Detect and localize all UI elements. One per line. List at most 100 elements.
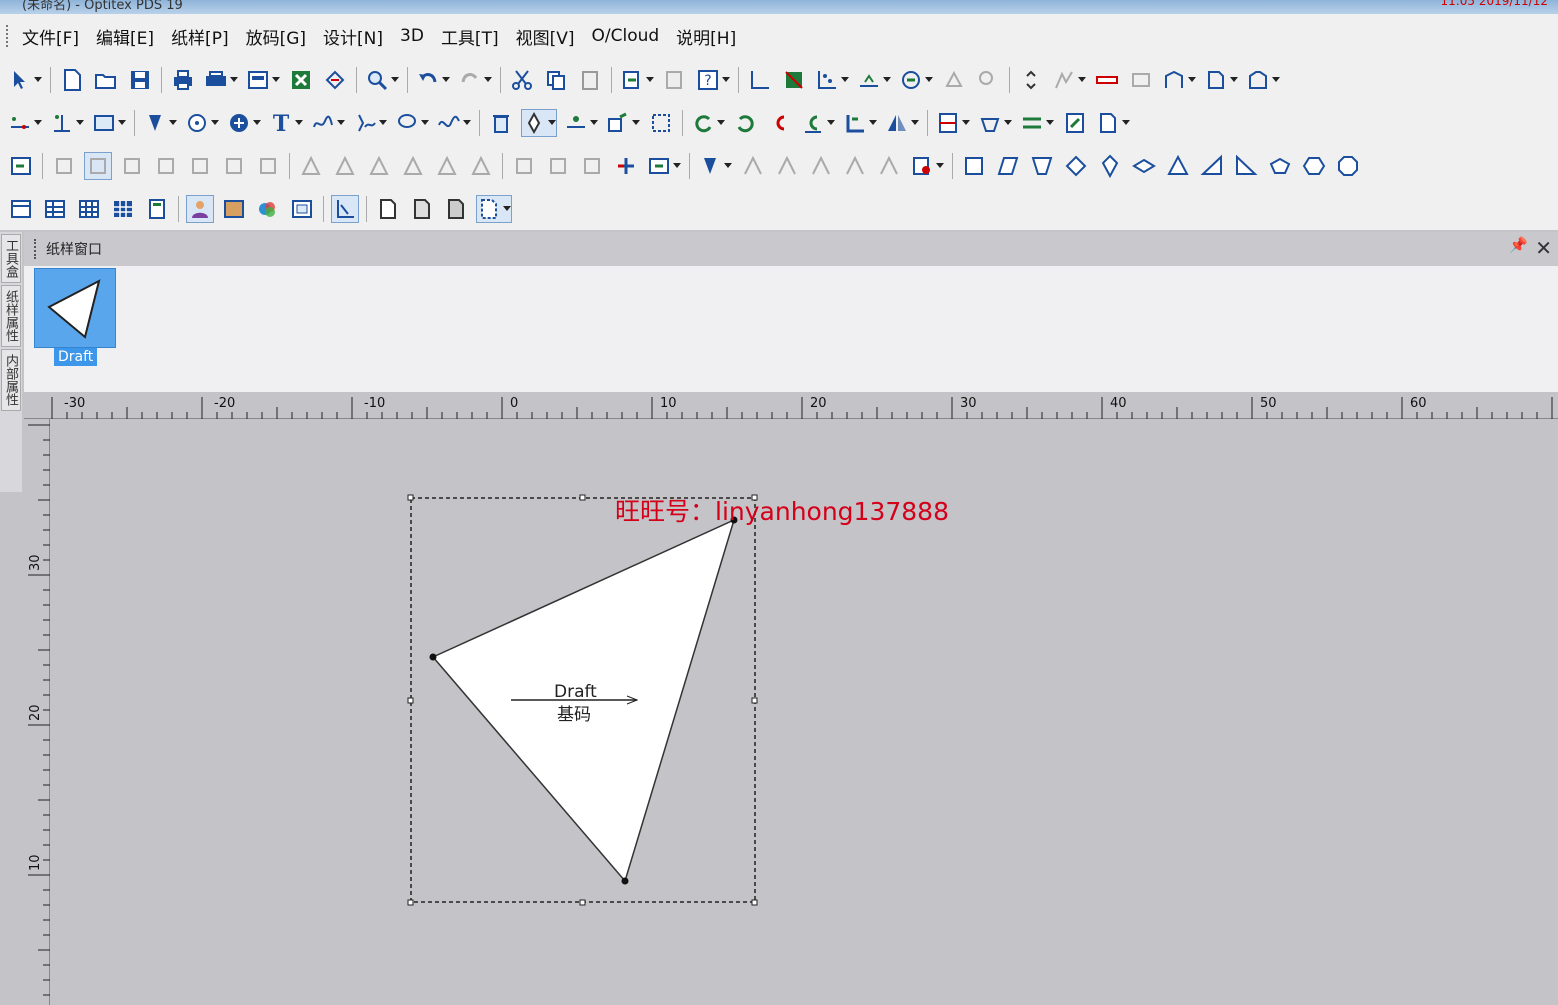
curve-text-icon[interactable] bbox=[310, 109, 346, 137]
save-icon[interactable] bbox=[126, 66, 154, 94]
rotate-piece-icon[interactable] bbox=[940, 66, 968, 94]
points-icon[interactable] bbox=[814, 66, 850, 94]
new-file-icon[interactable] bbox=[58, 66, 86, 94]
drill-icon[interactable] bbox=[226, 109, 262, 137]
menu-3d[interactable]: 3D bbox=[396, 26, 437, 46]
move-point-icon[interactable] bbox=[605, 109, 641, 137]
page-icon[interactable] bbox=[1095, 109, 1131, 137]
doc-3-icon[interactable] bbox=[442, 195, 470, 223]
text-icon[interactable]: T bbox=[268, 109, 304, 137]
internal-icon[interactable] bbox=[91, 109, 127, 137]
pen-tool-icon[interactable] bbox=[521, 108, 557, 137]
plot-icon[interactable] bbox=[203, 66, 239, 94]
excel-icon[interactable] bbox=[287, 66, 315, 94]
dart-tool-icon[interactable] bbox=[697, 152, 733, 180]
button-icon[interactable] bbox=[184, 109, 220, 137]
copy-icon[interactable] bbox=[542, 66, 570, 94]
menu-grip[interactable] bbox=[6, 25, 10, 47]
tab-piece-properties[interactable]: 纸样属性 bbox=[1, 285, 21, 347]
merge-icon[interactable] bbox=[612, 152, 640, 180]
lasso-icon[interactable] bbox=[394, 109, 430, 137]
shape-trapezoid-icon[interactable] bbox=[1028, 152, 1056, 180]
shape-parallelogram-icon[interactable] bbox=[994, 152, 1022, 180]
gray-tool-15-icon[interactable] bbox=[544, 152, 572, 180]
measure-icon[interactable] bbox=[746, 66, 774, 94]
piece-thumbnail[interactable] bbox=[34, 268, 116, 348]
gray-tool-14-icon[interactable] bbox=[510, 152, 538, 180]
corner-icon[interactable] bbox=[842, 109, 878, 137]
mirror-axis-icon[interactable] bbox=[884, 109, 920, 137]
shape-octagon-icon[interactable] bbox=[1334, 152, 1362, 180]
tag-icon[interactable] bbox=[321, 66, 349, 94]
doc-2-icon[interactable] bbox=[408, 195, 436, 223]
perpendicular-icon[interactable] bbox=[49, 109, 85, 137]
gray-tool-12-icon[interactable] bbox=[433, 152, 461, 180]
delete-icon[interactable] bbox=[487, 109, 515, 137]
zoom-icon[interactable] bbox=[364, 66, 400, 94]
gray-tool-3-icon[interactable] bbox=[118, 152, 146, 180]
selection-handle[interactable] bbox=[579, 494, 586, 501]
fold-icon[interactable] bbox=[977, 109, 1013, 137]
gray-tool-18-icon[interactable] bbox=[773, 152, 801, 180]
gray-tool-1-icon[interactable] bbox=[50, 152, 78, 180]
add-piece-icon[interactable] bbox=[7, 152, 35, 180]
tab-internal-properties[interactable]: 内部属性 bbox=[1, 349, 21, 411]
shirt-icon[interactable] bbox=[1245, 66, 1281, 94]
grade-icon[interactable] bbox=[898, 66, 934, 94]
gray-tool-11-icon[interactable] bbox=[399, 152, 427, 180]
shape-diamond-icon[interactable] bbox=[1062, 152, 1090, 180]
fill-icon[interactable] bbox=[780, 66, 808, 94]
tuck-icon[interactable] bbox=[1061, 109, 1089, 137]
shape-pentagon-icon[interactable] bbox=[1266, 152, 1294, 180]
pin-icon[interactable]: 📌 bbox=[1509, 236, 1528, 254]
search-piece-icon[interactable] bbox=[974, 66, 1002, 94]
color-icon[interactable] bbox=[254, 195, 282, 223]
report-icon[interactable] bbox=[661, 66, 689, 94]
horizontal-ruler[interactable]: -30 -20 -10 0 10 20 30 40 50 60 bbox=[24, 393, 1558, 419]
menu-ocloud[interactable]: O/Cloud bbox=[588, 26, 673, 46]
pieces-icon[interactable] bbox=[1161, 66, 1197, 94]
export-icon[interactable] bbox=[245, 66, 281, 94]
gray-tool-13-icon[interactable] bbox=[467, 152, 495, 180]
shape-right-triangle-icon[interactable] bbox=[1198, 152, 1226, 180]
cut-icon[interactable] bbox=[508, 66, 536, 94]
insert-piece-icon[interactable] bbox=[646, 152, 682, 180]
shape-hexagon-icon[interactable] bbox=[1300, 152, 1328, 180]
selection-handle[interactable] bbox=[751, 899, 758, 906]
flip-icon[interactable] bbox=[766, 109, 794, 137]
gray-tool-2-icon[interactable] bbox=[84, 151, 112, 180]
selection-handle[interactable] bbox=[751, 697, 758, 704]
menu-file[interactable]: 文件[F] bbox=[18, 24, 92, 49]
shape-right-triangle-2-icon[interactable] bbox=[1232, 152, 1260, 180]
selection-handle[interactable] bbox=[407, 899, 414, 906]
dart-icon[interactable] bbox=[142, 109, 178, 137]
menu-view[interactable]: 视图[V] bbox=[512, 24, 588, 49]
frame-icon[interactable] bbox=[288, 195, 316, 223]
gray-tool-21-icon[interactable] bbox=[875, 152, 903, 180]
add-point-icon[interactable] bbox=[7, 109, 43, 137]
gray-tool-4-icon[interactable] bbox=[152, 152, 180, 180]
selection-handle[interactable] bbox=[407, 697, 414, 704]
grade-table-icon[interactable] bbox=[41, 195, 69, 223]
rotate-right-icon[interactable] bbox=[732, 109, 760, 137]
menu-tools[interactable]: 工具[T] bbox=[437, 24, 512, 49]
piece-info-icon[interactable] bbox=[909, 152, 945, 180]
piece-ruler-icon[interactable] bbox=[331, 194, 359, 223]
shape-rect-icon[interactable] bbox=[960, 152, 988, 180]
measure-table-icon[interactable] bbox=[109, 195, 137, 223]
doc-1-icon[interactable] bbox=[374, 195, 402, 223]
spline-icon[interactable] bbox=[436, 109, 472, 137]
gray-tool-19-icon[interactable] bbox=[807, 152, 835, 180]
walk-icon[interactable] bbox=[1051, 66, 1087, 94]
gray-tool-17-icon[interactable] bbox=[739, 152, 767, 180]
paste-icon[interactable] bbox=[576, 66, 604, 94]
close-icon[interactable]: ✕ bbox=[1535, 236, 1552, 260]
ruler-icon[interactable] bbox=[1093, 66, 1121, 94]
gray-tool-8-icon[interactable] bbox=[297, 152, 325, 180]
import-icon[interactable] bbox=[619, 66, 655, 94]
piece-point[interactable] bbox=[429, 653, 437, 661]
calculator-icon[interactable] bbox=[143, 195, 171, 223]
menu-design[interactable]: 设计[N] bbox=[319, 24, 396, 49]
open-folder-icon[interactable] bbox=[92, 66, 120, 94]
slide-point-icon[interactable] bbox=[563, 109, 599, 137]
